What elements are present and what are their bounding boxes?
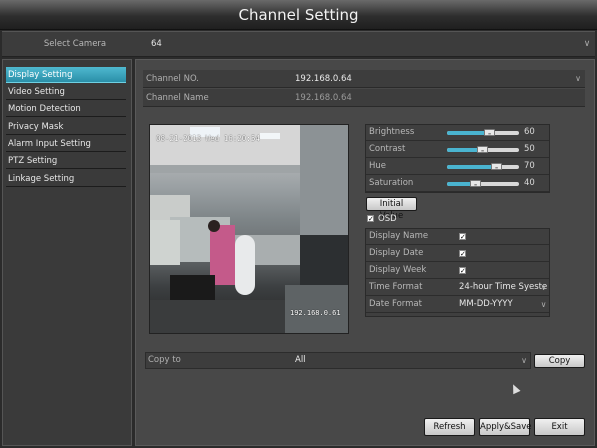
saturation-label: Saturation	[369, 178, 414, 188]
hue-value: 70	[524, 161, 535, 171]
sidebar-item-display-setting[interactable]: Display Setting	[6, 67, 126, 83]
hue-label: Hue	[369, 161, 387, 171]
display-week-checkbox[interactable]: ✓	[459, 267, 466, 275]
osd-timestamp: 08-21-2013 Wed 16:20:54	[156, 134, 260, 143]
display-name-checkbox[interactable]: ✓	[459, 233, 466, 241]
sidebar-item-ptz-setting[interactable]: PTZ Setting	[6, 153, 126, 169]
select-camera-label: Select Camera	[43, 39, 107, 49]
refresh-button[interactable]: Refresh	[424, 418, 475, 436]
sidebar-item-video-setting[interactable]: Video Setting	[6, 84, 126, 100]
copy-to-row	[145, 352, 531, 369]
date-format-dropdown[interactable]: MM-DD-YYYY	[459, 296, 513, 313]
time-format-dropdown[interactable]: 24-hour Time Syeste	[459, 279, 547, 296]
osd-label: OSD	[378, 214, 397, 224]
sidebar-item-motion-detection[interactable]: Motion Detection	[6, 101, 126, 117]
brightness-slider-handle[interactable]: ≡	[484, 129, 495, 136]
channel-name-input[interactable]: 192.168.0.64	[295, 89, 352, 107]
sidebar-item-privacy-mask[interactable]: Privacy Mask	[6, 119, 126, 135]
contrast-slider-handle[interactable]: ≡	[477, 146, 488, 153]
sidebar-item-linkage-setting[interactable]: Linkage Setting	[6, 171, 126, 187]
channel-no-dropdown[interactable]: 192.168.0.64	[295, 70, 352, 88]
display-date-label: Display Date	[369, 248, 424, 258]
camera-preview	[149, 124, 349, 334]
chevron-down-icon[interactable]: ∨	[572, 70, 584, 88]
sidebar-item-alarm-input-setting[interactable]: Alarm Input Setting	[6, 136, 126, 152]
copy-to-label: Copy to	[148, 355, 181, 365]
copy-button[interactable]: Copy	[534, 354, 585, 368]
channel-name-row	[143, 89, 585, 107]
display-date-checkbox[interactable]: ✓	[459, 250, 466, 258]
chevron-down-icon[interactable]: ∨	[538, 296, 549, 313]
osd-ip-address: 192.168.0.61	[290, 309, 341, 317]
display-week-label: Display Week	[369, 265, 427, 275]
brightness-value: 60	[524, 127, 535, 137]
channel-no-label: Channel NO.	[146, 74, 200, 84]
contrast-label: Contrast	[369, 144, 406, 154]
sidebar	[2, 59, 132, 446]
channel-no-row	[143, 70, 585, 88]
exit-button[interactable]: Exit	[534, 418, 585, 436]
chevron-down-icon[interactable]: ∨	[580, 31, 594, 57]
display-name-label: Display Name	[369, 231, 429, 241]
osd-checkbox[interactable]: ✓	[367, 215, 374, 223]
copy-to-dropdown[interactable]: All	[295, 352, 306, 369]
chevron-down-icon[interactable]: ∨	[538, 279, 549, 296]
contrast-value: 50	[524, 144, 535, 154]
hue-slider-handle[interactable]: ≡	[491, 163, 502, 170]
brightness-label: Brightness	[369, 127, 415, 137]
saturation-slider-handle[interactable]: ≡	[470, 180, 481, 187]
select-camera-dropdown[interactable]: 64	[151, 31, 451, 57]
apply-save-button[interactable]: Apply&Save	[479, 418, 532, 436]
chevron-down-icon[interactable]: ∨	[518, 352, 530, 369]
channel-name-label: Channel Name	[146, 93, 209, 103]
window-title: Channel Setting	[238, 6, 359, 24]
time-format-label: Time Format	[369, 282, 423, 292]
initial-value-button[interactable]: Initial Value	[366, 197, 417, 221]
hue-slider-fill	[447, 165, 497, 169]
date-format-label: Date Format	[369, 299, 422, 309]
saturation-value: 40	[524, 178, 535, 188]
